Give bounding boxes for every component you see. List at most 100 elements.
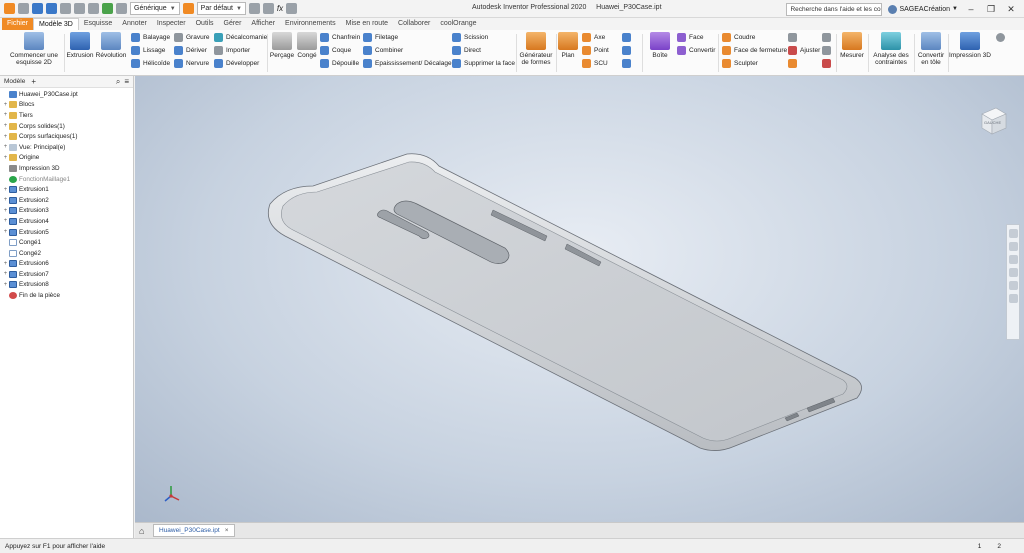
deriver-button[interactable]: Dériver	[174, 46, 207, 55]
pan-icon[interactable]	[1008, 242, 1018, 251]
tree-item[interactable]: + Corps solides(1)	[2, 121, 133, 132]
tab-modele-3d[interactable]: Modèle 3D	[33, 18, 79, 30]
conge-button[interactable]: Congé	[296, 32, 318, 59]
direct-button[interactable]: Direct	[452, 46, 481, 55]
repair-button[interactable]	[822, 46, 831, 55]
redo-icon[interactable]	[74, 3, 85, 14]
help-search-input[interactable]: Recherche dans l'aide et les com	[786, 2, 883, 16]
analyse-contraintes-button[interactable]: Analyse des contraintes	[868, 32, 914, 66]
gravure-button[interactable]: Gravure	[174, 33, 209, 42]
epaississement-button[interactable]: Epaississement/ Décalage	[363, 59, 452, 68]
tree-item[interactable]: + Extrusion8	[2, 280, 133, 291]
impression-3d-button[interactable]: Impression 3D	[948, 32, 992, 59]
tree-expander[interactable]: +	[2, 229, 9, 235]
tree-item[interactable]: + Corps surfaciques(1)	[2, 131, 133, 142]
lissage-button[interactable]: Lissage	[131, 46, 165, 55]
tree-expander[interactable]: +	[2, 102, 9, 108]
start-sketch-button[interactable]: Commencer une esquisse 2D	[6, 32, 62, 66]
tree-item[interactable]: + Tiers	[2, 110, 133, 121]
developper-button[interactable]: Développer	[214, 59, 259, 68]
helicoide-button[interactable]: Hélicoïde	[131, 59, 170, 68]
close-icon[interactable]: ×	[225, 527, 229, 534]
fit-mesh-button[interactable]	[822, 59, 831, 68]
tree-item[interactable]: + Extrusion1	[2, 184, 133, 195]
tab-inspecter[interactable]: Inspecter	[152, 18, 191, 30]
browser-tab-model[interactable]: Modèle	[4, 78, 25, 85]
close-button[interactable]: ✕	[1004, 2, 1018, 16]
tab-annoter[interactable]: Annoter	[117, 18, 152, 30]
pattern-circ-button[interactable]	[622, 46, 631, 55]
filetage-button[interactable]: Filetage	[363, 33, 398, 42]
look-at-icon[interactable]	[1008, 281, 1018, 290]
scission-button[interactable]: Scission	[452, 33, 488, 42]
tree-item[interactable]: Huawei_P30Case.ipt	[2, 89, 133, 100]
home-icon[interactable]: ⌂	[139, 526, 149, 536]
plus-icon[interactable]	[286, 3, 298, 14]
nervure-button[interactable]: Nervure	[174, 59, 209, 68]
tab-esquisse[interactable]: Esquisse	[79, 18, 117, 30]
face-fermeture-button[interactable]: Face de fermeture	[722, 46, 787, 55]
tree-expander[interactable]: +	[2, 282, 9, 288]
tree-item[interactable]: + Extrusion4	[2, 216, 133, 227]
tree-item[interactable]: + Extrusion6	[2, 259, 133, 270]
graphics-viewport[interactable]: GAUCHE	[135, 76, 1024, 522]
tab-outils[interactable]: Outils	[191, 18, 219, 30]
tree-item[interactable]: + Extrusion2	[2, 195, 133, 206]
tree-expander[interactable]: +	[2, 218, 9, 224]
plan-button[interactable]: Plan	[558, 32, 578, 59]
percage-button[interactable]: Perçage	[270, 32, 294, 59]
browser-add-icon[interactable]: +	[31, 77, 36, 86]
tree-expander[interactable]: +	[2, 261, 9, 267]
tree-item[interactable]: + Blocs	[2, 100, 133, 111]
search-icon[interactable]: ⌕	[116, 77, 120, 87]
maximize-button[interactable]: ❐	[984, 2, 998, 16]
tree-item[interactable]: Fin de la pièce	[2, 290, 133, 301]
tree-item[interactable]: + Origine	[2, 153, 133, 164]
boite-button[interactable]: Boîte	[646, 32, 674, 59]
ajuster-button[interactable]: Ajuster	[788, 46, 820, 55]
phone-case-model[interactable]	[135, 76, 1024, 522]
supprimer-face-button[interactable]: Supprimer la face	[452, 59, 515, 68]
mesurer-button[interactable]: Mesurer	[838, 32, 866, 59]
tree-item[interactable]: + Extrusion5	[2, 227, 133, 238]
tab-collaborer[interactable]: Collaborer	[393, 18, 435, 30]
inventor-logo-icon[interactable]	[4, 3, 15, 14]
update-icon[interactable]	[102, 3, 113, 14]
tree-item[interactable]: FonctionMaillage1	[2, 174, 133, 185]
minimize-button[interactable]: –	[964, 2, 978, 16]
tab-environnements[interactable]: Environnements	[280, 18, 341, 30]
save-icon[interactable]	[46, 3, 57, 14]
pattern-rect-button[interactable]	[622, 33, 631, 42]
replace-face-button[interactable]	[788, 59, 797, 68]
tree-expander[interactable]: +	[2, 197, 9, 203]
new-file-icon[interactable]	[18, 3, 29, 14]
viewcube[interactable]: GAUCHE	[976, 104, 1010, 138]
tree-item[interactable]: Congé2	[2, 248, 133, 259]
revolution-button[interactable]: Révolution	[96, 32, 126, 59]
tree-expander[interactable]: +	[2, 271, 9, 277]
tree-expander[interactable]: +	[2, 187, 9, 193]
undo-icon[interactable]	[60, 3, 71, 14]
tab-gerer[interactable]: Gérer	[219, 18, 247, 30]
steering-wheel-icon[interactable]	[1008, 229, 1018, 238]
sculpter-button[interactable]: Sculpter	[722, 59, 758, 68]
tree-item[interactable]: + Extrusion3	[2, 206, 133, 217]
tree-expander[interactable]: +	[2, 208, 9, 214]
fx-icon[interactable]: fx	[277, 4, 283, 13]
coudre-button[interactable]: Coudre	[722, 33, 755, 42]
balayage-button[interactable]: Balayage	[131, 33, 170, 42]
menu-icon[interactable]: ≡	[124, 77, 129, 87]
tree-item[interactable]: + Vue: Principal(e)	[2, 142, 133, 153]
convertir-tole-button[interactable]: Convertir en tôle	[916, 32, 946, 66]
doc-tab-huawei[interactable]: Huawei_P30Case.ipt ×	[153, 524, 235, 537]
orbit-icon[interactable]	[1008, 268, 1018, 277]
generateur-formes-button[interactable]: Générateur de formes	[518, 32, 554, 66]
ribbon-options-button[interactable]	[996, 33, 1005, 42]
face-button[interactable]: Face	[677, 33, 703, 42]
material-select[interactable]: Générique ▼	[130, 2, 180, 15]
extend-button[interactable]	[788, 33, 797, 42]
appearance-select[interactable]: Par défaut ▼	[196, 2, 246, 15]
user-account[interactable]: SAGEACréation ▼	[888, 4, 958, 14]
adjust-icon[interactable]	[262, 3, 274, 14]
convertir-button[interactable]: Convertir	[677, 46, 715, 55]
